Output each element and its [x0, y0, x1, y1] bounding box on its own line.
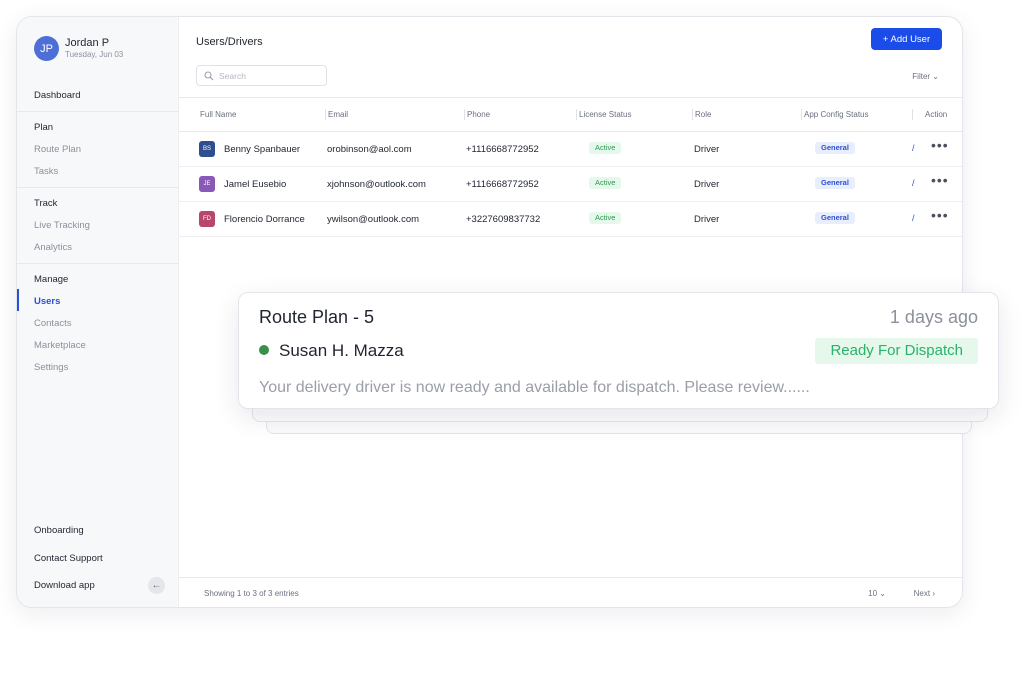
- sidebar-item-live-tracking[interactable]: Live Tracking: [34, 220, 90, 232]
- config-badge: General: [815, 177, 855, 189]
- divider: [17, 263, 179, 264]
- next-page-button[interactable]: Next ›: [914, 589, 935, 598]
- sidebar-heading-plan: Plan: [34, 122, 54, 133]
- user-profile[interactable]: JP Jordan P Tuesday, Jun 03: [34, 36, 123, 61]
- column-header-full-name[interactable]: Full Name: [200, 110, 236, 119]
- sidebar-item-settings[interactable]: Settings: [34, 362, 68, 374]
- user-name: Jordan P: [65, 37, 110, 49]
- divider: [17, 187, 179, 188]
- page-title: Users/Drivers: [196, 36, 263, 48]
- notification-message: Your delivery driver is now ready and av…: [259, 379, 810, 396]
- user-date: Tuesday, Jun 03: [65, 50, 124, 59]
- cell-full-name: Florencio Dorrance: [224, 214, 305, 225]
- sidebar-item-analytics[interactable]: Analytics: [34, 242, 72, 254]
- config-badge: General: [815, 212, 855, 224]
- sidebar-heading-track: Track: [34, 198, 58, 209]
- sidebar-item-contact-support[interactable]: Contact Support: [34, 553, 103, 565]
- column-divider: [576, 109, 577, 120]
- truncated-cell: /: [912, 143, 915, 153]
- cell-phone: +3227609837732: [466, 214, 541, 225]
- table-header: Full Name Email Phone License Status Rol…: [179, 97, 962, 132]
- column-header-app-config-status[interactable]: App Config Status: [804, 110, 868, 119]
- sidebar: JP Jordan P Tuesday, Jun 03 Dashboard Pl…: [17, 17, 179, 607]
- column-header-email[interactable]: Email: [328, 110, 348, 119]
- driver-name: Susan H. Mazza: [279, 341, 404, 360]
- divider: [17, 111, 179, 112]
- status-badge: Active: [589, 177, 622, 189]
- column-divider: [325, 109, 326, 120]
- column-header-role[interactable]: Role: [695, 110, 711, 119]
- cell-role: Driver: [694, 144, 720, 155]
- sidebar-item-dashboard[interactable]: Dashboard: [34, 90, 80, 102]
- column-divider: [464, 109, 465, 120]
- config-badge: General: [815, 142, 855, 154]
- sidebar-item-users[interactable]: Users: [34, 296, 60, 308]
- cell-full-name: Benny Spanbauer: [224, 144, 301, 155]
- search-icon: [204, 70, 214, 80]
- cell-email: orobinson@aol.com: [327, 144, 412, 155]
- cell-full-name: Jamel Eusebio: [224, 179, 287, 190]
- column-divider: [692, 109, 693, 120]
- add-user-button[interactable]: + Add User: [871, 28, 942, 50]
- sidebar-item-marketplace[interactable]: Marketplace: [34, 340, 86, 352]
- status-badge: Active: [589, 212, 622, 224]
- table-row[interactable]: FD Florencio Dorrance ywilson@outlook.co…: [179, 202, 962, 237]
- sidebar-item-onboarding[interactable]: Onboarding: [34, 525, 84, 537]
- search-placeholder: Search: [219, 70, 246, 81]
- avatar: BS: [199, 141, 215, 157]
- truncated-cell: /: [912, 178, 915, 188]
- sidebar-item-contacts[interactable]: Contacts: [34, 318, 72, 330]
- cell-role: Driver: [694, 179, 720, 190]
- sidebar-heading-manage: Manage: [34, 274, 69, 285]
- sidebar-item-route-plan[interactable]: Route Plan: [34, 144, 81, 156]
- cell-email: xjohnson@outlook.com: [327, 179, 426, 190]
- notification-title: Route Plan - 5: [259, 307, 375, 327]
- avatar: JE: [199, 176, 215, 192]
- filter-button[interactable]: Filter ⌄: [912, 72, 939, 81]
- cell-phone: +1116668772952: [466, 144, 539, 155]
- cell-email: ywilson@outlook.com: [327, 214, 420, 225]
- search-input[interactable]: Search: [196, 65, 327, 86]
- avatar: JP: [34, 36, 59, 61]
- collapse-sidebar-icon[interactable]: ←: [148, 577, 165, 594]
- entries-count: Showing 1 to 3 of 3 entries: [204, 589, 299, 598]
- column-header-license-status[interactable]: License Status: [579, 110, 631, 119]
- avatar: FD: [199, 211, 215, 227]
- column-divider: [912, 109, 913, 120]
- column-header-action: Action: [925, 110, 948, 119]
- status-badge: Active: [589, 142, 622, 154]
- sidebar-item-tasks[interactable]: Tasks: [34, 166, 58, 178]
- sidebar-item-download-app[interactable]: Download app: [34, 580, 95, 592]
- table-row[interactable]: BS Benny Spanbauer orobinson@aol.com +11…: [179, 132, 962, 167]
- active-indicator: [17, 289, 19, 311]
- table-footer: Showing 1 to 3 of 3 entries 10 ⌄ Next ›: [179, 577, 962, 607]
- cell-phone: +1116668772952: [466, 179, 539, 190]
- table-row[interactable]: JE Jamel Eusebio xjohnson@outlook.com +1…: [179, 167, 962, 202]
- more-options-icon[interactable]: •••: [931, 172, 949, 188]
- notification-card[interactable]: Route Plan - 5 1 days ago Susan H. Mazza…: [238, 292, 999, 409]
- cell-role: Driver: [694, 214, 720, 225]
- truncated-cell: /: [912, 213, 915, 223]
- status-badge: Ready For Dispatch: [815, 338, 978, 364]
- column-divider: [801, 109, 802, 120]
- column-header-phone[interactable]: Phone: [467, 110, 490, 119]
- online-status-icon: [259, 345, 269, 355]
- more-options-icon[interactable]: •••: [931, 137, 949, 153]
- more-options-icon[interactable]: •••: [931, 207, 949, 223]
- notification-time: 1 days ago: [889, 307, 978, 327]
- page-size-select[interactable]: 10 ⌄: [868, 589, 886, 598]
